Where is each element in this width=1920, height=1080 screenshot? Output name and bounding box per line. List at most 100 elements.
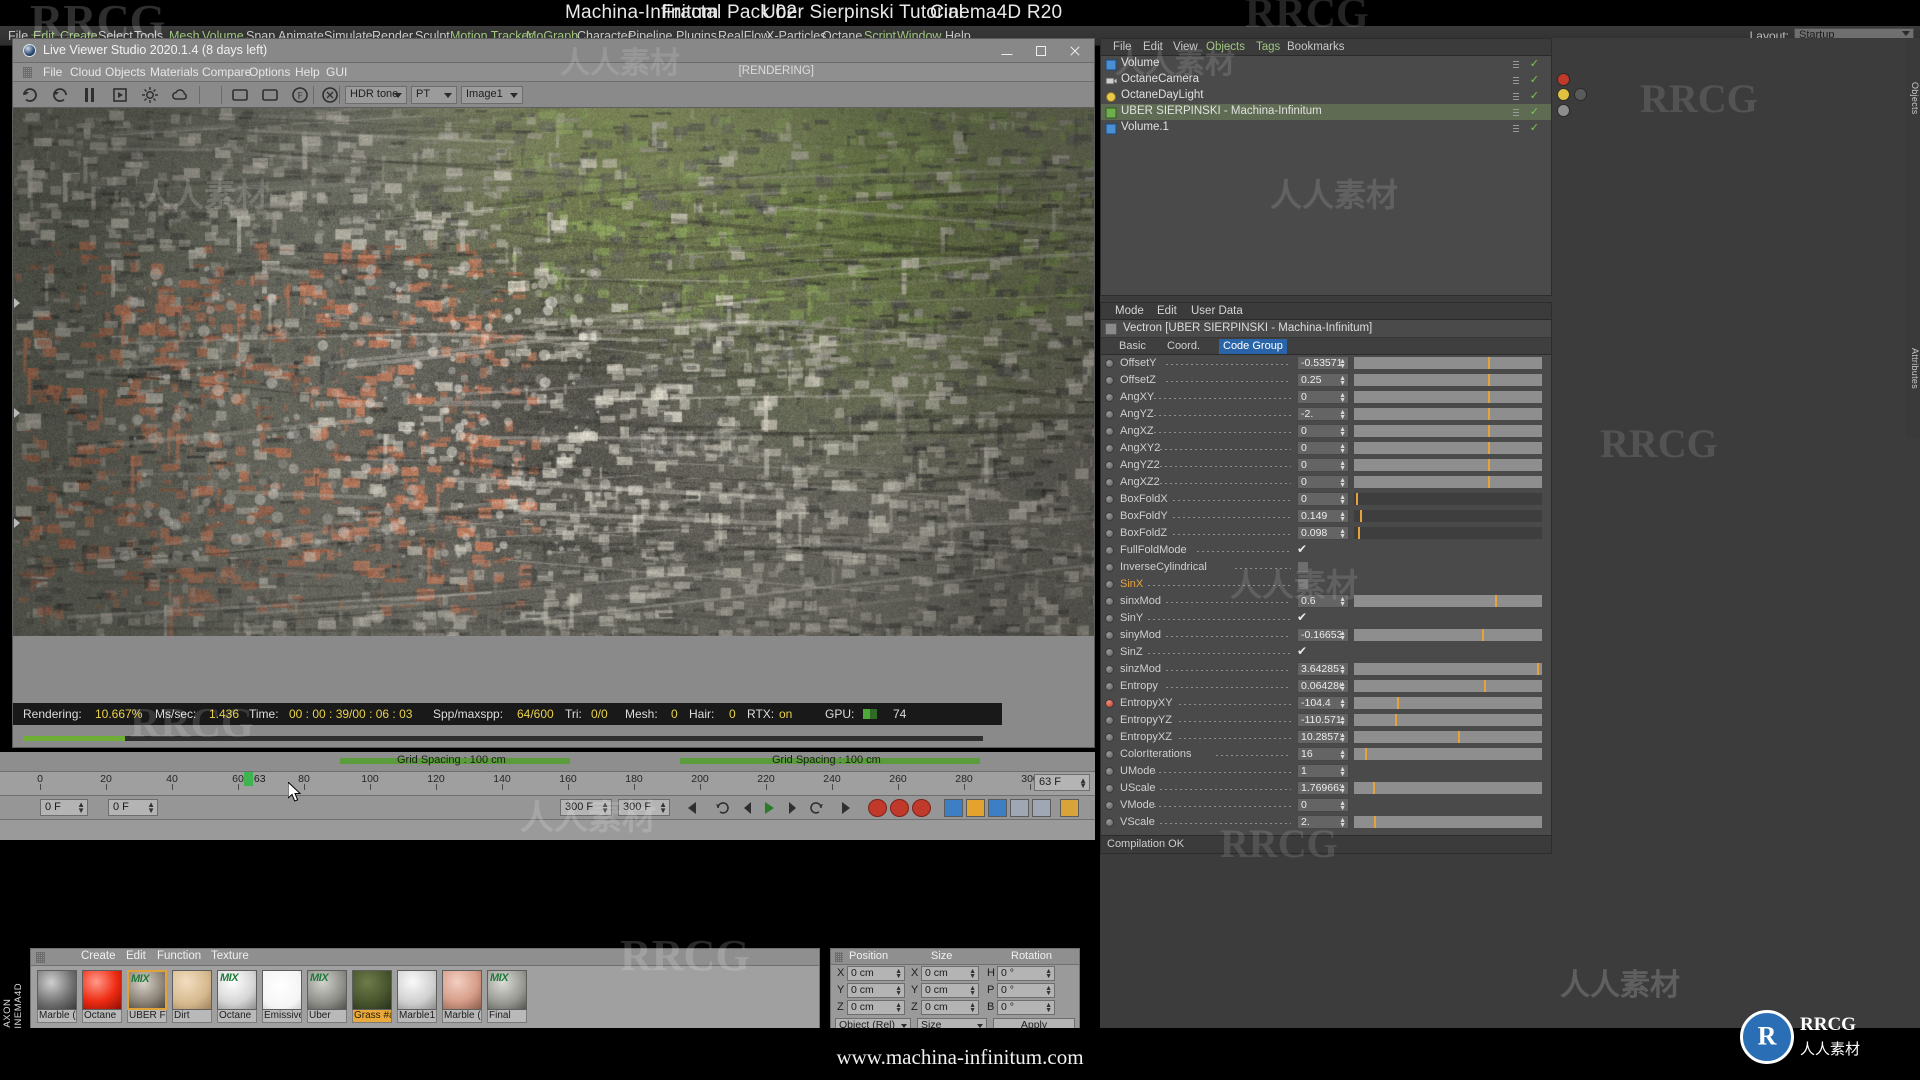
rotation-field[interactable]: 0 °▲▼ [997,983,1055,998]
parameter-led-icon[interactable] [1105,614,1114,623]
slider-knob[interactable] [1488,391,1490,403]
parameter-value-field[interactable]: 2.▲▼ [1297,815,1349,829]
parameter-led-icon[interactable] [1105,597,1114,606]
parameter-checkbox[interactable]: ✔ [1297,544,1309,556]
parameter-checkbox[interactable] [1297,578,1309,590]
material-item[interactable]: MIXOctane [217,970,257,1023]
material-menu-edit[interactable]: Edit [126,950,146,962]
material-item[interactable]: Grass #a [352,970,392,1023]
object-row[interactable]: OctaneCamera✓ [1101,72,1551,88]
material-item[interactable]: Marble1 [397,970,437,1023]
parameter-led-icon[interactable] [1105,801,1114,810]
parameter-value-field[interactable]: -0.53571▲▼ [1297,356,1349,370]
current-frame-field[interactable]: 0 F▲▼ [40,799,88,816]
spinner-icon[interactable]: ▲▼ [1339,750,1346,760]
keyframe-button[interactable] [912,799,931,817]
parameter-value-field[interactable]: 0.25▲▼ [1297,373,1349,387]
visibility-dots-icon[interactable] [1513,124,1519,132]
parameter-slider[interactable] [1353,441,1543,455]
parameter-value-field[interactable]: 0▲▼ [1297,441,1349,455]
parameter-slider[interactable] [1353,356,1543,370]
slider-knob[interactable] [1488,357,1490,369]
rotation-field[interactable]: 0 °▲▼ [997,1000,1055,1015]
spinner-icon[interactable]: ▲▼ [1045,1003,1052,1013]
spinner-icon[interactable]: ▲▼ [969,969,976,979]
parameter-checkbox[interactable]: ✔ [1297,646,1309,658]
parameter-value-field[interactable]: 1▲▼ [1297,764,1349,778]
am-menu-edit[interactable]: Edit [1157,305,1177,317]
spinner-icon[interactable]: ▲▼ [1339,631,1346,641]
parameter-value-field[interactable]: 0.064286▲▼ [1297,679,1349,693]
render-viewport[interactable] [13,108,1094,636]
parameter-value-field[interactable]: 0▲▼ [1297,492,1349,506]
slider-knob[interactable] [1488,408,1490,420]
autokey-button[interactable] [890,799,909,817]
slider-knob[interactable] [1484,680,1486,692]
parameter-led-icon[interactable] [1105,631,1114,640]
attribute-tab-basic[interactable]: Basic [1115,339,1150,354]
reload-icon[interactable] [51,86,69,104]
material-item[interactable]: MIXFinal [487,970,527,1023]
parameter-slider[interactable] [1353,747,1543,761]
image-dropdown[interactable]: Image1 [461,86,523,104]
kernel-dropdown[interactable]: PT [411,86,457,104]
parameter-checkbox[interactable] [1297,561,1309,573]
live-viewer-titlebar[interactable]: Live Viewer Studio 2020.1.4 (8 days left… [13,39,1094,63]
lens-icon[interactable] [321,86,339,104]
parameter-led-icon[interactable] [1105,529,1114,538]
timeline-playhead[interactable] [244,772,253,786]
spinner-icon[interactable]: ▲▼ [1339,393,1346,403]
spinner-icon[interactable]: ▲▼ [1339,784,1346,794]
pause-icon[interactable] [81,86,99,104]
parameter-value-field[interactable]: 0▲▼ [1297,475,1349,489]
parameter-led-icon[interactable] [1105,512,1114,521]
parameter-slider[interactable] [1353,509,1543,523]
spinner-icon[interactable]: ▲▼ [895,986,902,996]
am-menu-mode[interactable]: Mode [1115,305,1144,317]
slider-knob[interactable] [1488,374,1490,386]
viewport-arrow-icon[interactable] [14,518,20,528]
parameter-value-field[interactable]: 0▲▼ [1297,798,1349,812]
go-to-start-button[interactable] [682,799,701,817]
material-menu-texture[interactable]: Texture [211,950,249,962]
visibility-dots-icon[interactable] [1513,92,1519,100]
enabled-check-icon[interactable]: ✓ [1530,57,1539,70]
spinner-icon[interactable]: ▲▼ [1339,410,1346,420]
loop-forward-button[interactable] [807,799,826,817]
parameter-value-field[interactable]: -110.571▲▼ [1297,713,1349,727]
panel-grip-icon[interactable] [835,952,843,962]
slider-knob[interactable] [1488,425,1490,437]
spinner-icon[interactable]: ▲▼ [1339,376,1346,386]
spinner-icon[interactable]: ▲▼ [1339,359,1346,369]
parameter-slider[interactable] [1353,628,1543,642]
spinner-icon[interactable]: ▲▼ [1339,665,1346,675]
parameter-led-icon[interactable] [1105,648,1114,657]
gear-tag-icon[interactable] [1574,88,1587,101]
parameter-value-field[interactable]: 0.149▲▼ [1297,509,1349,523]
parameter-slider[interactable] [1353,696,1543,710]
spinner-icon[interactable]: ▲▼ [1045,969,1052,979]
parameter-value-field[interactable]: -2.▲▼ [1297,407,1349,421]
crop-icon[interactable] [261,86,279,104]
parameter-value-field[interactable]: 0.098▲▼ [1297,526,1349,540]
slider-knob[interactable] [1358,527,1360,539]
visibility-dots-icon[interactable] [1513,76,1519,84]
key-rotation-button[interactable] [988,799,1007,817]
slider-knob[interactable] [1374,816,1376,828]
spinner-icon[interactable]: ▲▼ [659,802,667,814]
material-menu-create[interactable]: Create [81,950,116,962]
visibility-dots-icon[interactable] [1513,60,1519,68]
spinner-icon[interactable]: ▲▼ [895,969,902,979]
parameter-value-field[interactable]: 16▲▼ [1297,747,1349,761]
size-field[interactable]: 0 cm▲▼ [921,966,979,981]
om-menu-bookmarks[interactable]: Bookmarks [1287,41,1345,53]
am-menu-user-data[interactable]: User Data [1191,305,1243,317]
spinner-icon[interactable]: ▲▼ [1339,529,1346,539]
spinner-icon[interactable]: ▲▼ [1339,597,1346,607]
size-field[interactable]: 0 cm▲▼ [921,983,979,998]
parameter-slider[interactable] [1353,492,1543,506]
parameter-slider[interactable] [1353,526,1543,540]
object-tag-icon[interactable] [1557,104,1570,117]
slider-knob[interactable] [1397,697,1399,709]
position-field[interactable]: 0 cm▲▼ [847,983,905,998]
